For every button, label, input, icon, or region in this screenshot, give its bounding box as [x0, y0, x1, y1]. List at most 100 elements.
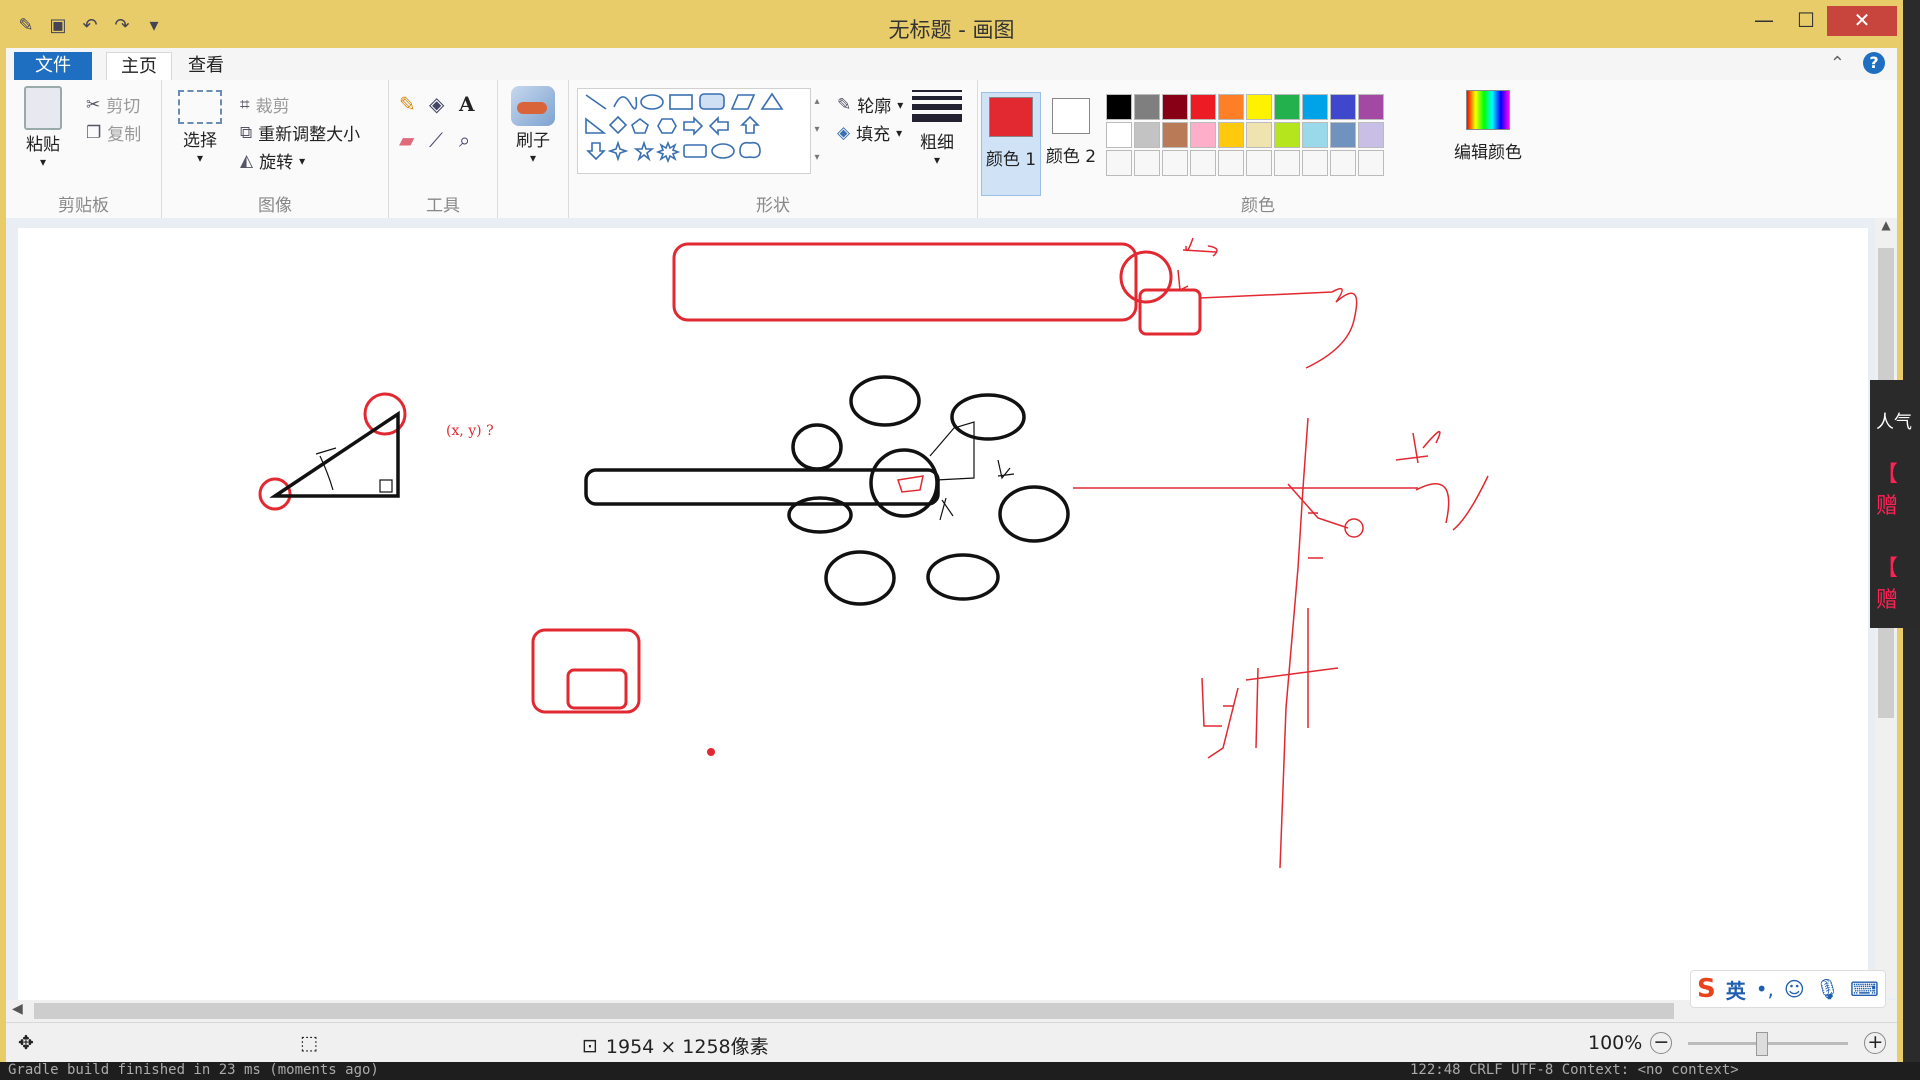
zoom-slider-thumb[interactable] [1756, 1031, 1769, 1056]
chevron-down-icon: ▾ [897, 97, 904, 112]
cut-button[interactable]: ✂ 剪切 [86, 92, 140, 118]
fill-bucket-icon[interactable]: ◈ [429, 92, 459, 116]
pencil-icon[interactable]: ✎ [399, 92, 429, 116]
clipboard-icon [24, 86, 62, 130]
copy-icon: ❐ [86, 122, 102, 143]
palette-swatch[interactable] [1246, 122, 1272, 148]
window-controls: — ☐ ✕ [1743, 6, 1897, 36]
palette-swatch[interactable] [1358, 150, 1384, 176]
close-button[interactable]: ✕ [1827, 6, 1897, 36]
palette-swatch[interactable] [1134, 94, 1160, 120]
scissors-icon: ✂ [86, 94, 101, 115]
palette-swatch[interactable] [1106, 150, 1132, 176]
copy-button[interactable]: ❐ 复制 [86, 120, 141, 146]
palette-swatch[interactable] [1134, 150, 1160, 176]
palette-swatch[interactable] [1162, 94, 1188, 120]
ime-toolbar: S 英 •, ☺ 🎙 ⌨ [1690, 970, 1887, 1008]
chevron-down-icon: ▾ [529, 151, 537, 165]
maximize-button[interactable]: ☐ [1785, 6, 1827, 36]
side-overlay-panel[interactable]: 人气 【 赠 【 赠 [1870, 380, 1920, 628]
palette-swatch[interactable] [1302, 122, 1328, 148]
group-label: 图像 [258, 196, 292, 216]
outline-button[interactable]: ✎ 轮廓 ▾ [837, 92, 904, 118]
palette-swatch[interactable] [1358, 94, 1384, 120]
tab-view[interactable]: 查看 [174, 52, 238, 80]
microphone-icon[interactable]: 🎙 [1815, 977, 1840, 1001]
color2-button[interactable]: 颜色 2 [1042, 92, 1100, 167]
zoom-out-icon[interactable]: − [1650, 1032, 1673, 1054]
palette-swatch[interactable] [1274, 94, 1300, 120]
shapes-gallery-icons [585, 92, 784, 164]
brush-button[interactable]: 刷子 ▾ [506, 86, 560, 165]
edit-colors-button[interactable]: 编辑颜色 [1448, 90, 1528, 163]
group-label: 形状 [756, 196, 790, 216]
shapes-gallery-scroll[interactable]: ▴ ▾ ▾ [811, 88, 823, 172]
colors-group: 颜色 1 颜色 2 编辑颜色 颜色 [978, 80, 1538, 218]
eraser-icon[interactable]: ▰ [399, 128, 429, 152]
background-terminal-strip: Gradle build finished in 23 ms (moments … [0, 1062, 1920, 1080]
horizontal-scrollbar[interactable]: ◀ [6, 1000, 1897, 1022]
palette-swatch[interactable] [1218, 94, 1244, 120]
size-button[interactable]: 粗细 ▾ [904, 86, 970, 167]
palette-swatch[interactable] [1274, 150, 1300, 176]
palette-swatch[interactable] [1190, 94, 1216, 120]
group-label: 工具 [426, 196, 460, 216]
palette-swatch[interactable] [1106, 122, 1132, 148]
shapes-gallery[interactable] [577, 88, 811, 174]
magnifier-icon[interactable]: ⌕ [459, 128, 489, 152]
punctuation-icon[interactable]: •, [1756, 977, 1774, 1001]
crop-button[interactable]: ⌗ 裁剪 [240, 92, 290, 118]
color1-swatch [989, 97, 1033, 137]
zoom-control: 100% − + [1588, 1031, 1887, 1056]
palette-swatch[interactable] [1358, 122, 1384, 148]
palette-swatch[interactable] [1134, 122, 1160, 148]
help-icon[interactable]: ? [1863, 52, 1885, 74]
palette-swatch[interactable] [1106, 94, 1132, 120]
palette-swatch[interactable] [1330, 94, 1356, 120]
scroll-up-arrow-icon[interactable]: ▲ [1875, 218, 1897, 232]
fill-bucket-icon: ◈ [837, 122, 851, 143]
collapse-ribbon-icon[interactable]: ⌃ [1830, 53, 1845, 74]
horizontal-scroll-thumb[interactable] [34, 1003, 1674, 1019]
scroll-left-arrow-icon[interactable]: ◀ [12, 1001, 23, 1017]
tab-home[interactable]: 主页 [106, 52, 172, 81]
minimize-button[interactable]: — [1743, 6, 1785, 36]
paint-window: ✎ ▣ ↶ ↷ ▾ 无标题 - 画图 — ☐ ✕ 文件 主页 查看 ⌃ ? 粘贴… [0, 0, 1903, 1063]
fill-button[interactable]: ◈ 填充 ▾ [837, 120, 902, 146]
zoom-in-icon[interactable]: + [1864, 1032, 1887, 1054]
color1-button[interactable]: 颜色 1 [981, 92, 1041, 196]
chevron-down-icon: ▾ [39, 155, 47, 169]
rotate-button[interactable]: ◭ 旋转 ▾ [240, 148, 305, 174]
tab-file[interactable]: 文件 [14, 52, 92, 80]
palette-swatch[interactable] [1302, 150, 1328, 176]
palette-swatch[interactable] [1330, 122, 1356, 148]
resize-button[interactable]: ⧉ 重新调整大小 [240, 120, 360, 146]
palette-swatch[interactable] [1190, 122, 1216, 148]
window-title: 无标题 - 画图 [888, 18, 1015, 42]
paste-button[interactable]: 粘贴 ▾ [18, 86, 68, 169]
ime-language[interactable]: 英 [1726, 975, 1746, 1004]
palette-swatch[interactable] [1274, 122, 1300, 148]
palette-swatch[interactable] [1246, 150, 1272, 176]
palette-swatch[interactable] [1330, 150, 1356, 176]
ribbon: 粘贴 ▾ ✂ 剪切 ❐ 复制 剪贴板 选择 ▾ ⌗ 裁剪 ⧉ 重新调整大小 ◭ … [6, 80, 1897, 219]
palette-swatch[interactable] [1246, 94, 1272, 120]
zoom-slider[interactable] [1688, 1031, 1849, 1056]
select-button[interactable]: 选择 ▾ [176, 86, 224, 165]
palette-swatch[interactable] [1218, 122, 1244, 148]
color-palette [1106, 94, 1446, 184]
text-tool-icon[interactable]: A [459, 92, 489, 116]
palette-swatch[interactable] [1190, 150, 1216, 176]
drawing-canvas[interactable]: (x, y) ? [18, 228, 1868, 1000]
palette-swatch[interactable] [1302, 94, 1328, 120]
keyboard-icon[interactable]: ⌨ [1850, 977, 1879, 1001]
palette-swatch[interactable] [1218, 150, 1244, 176]
ribbon-tabs: 文件 主页 查看 ⌃ ? [6, 48, 1897, 81]
group-label: 颜色 [1241, 196, 1275, 216]
sogou-logo-icon[interactable]: S [1697, 974, 1716, 1004]
palette-swatch[interactable] [1162, 150, 1188, 176]
emoji-icon[interactable]: ☺ [1784, 977, 1805, 1001]
selection-rect-icon [178, 90, 222, 124]
color-picker-icon[interactable]: ⟋ [429, 128, 459, 152]
palette-swatch[interactable] [1162, 122, 1188, 148]
